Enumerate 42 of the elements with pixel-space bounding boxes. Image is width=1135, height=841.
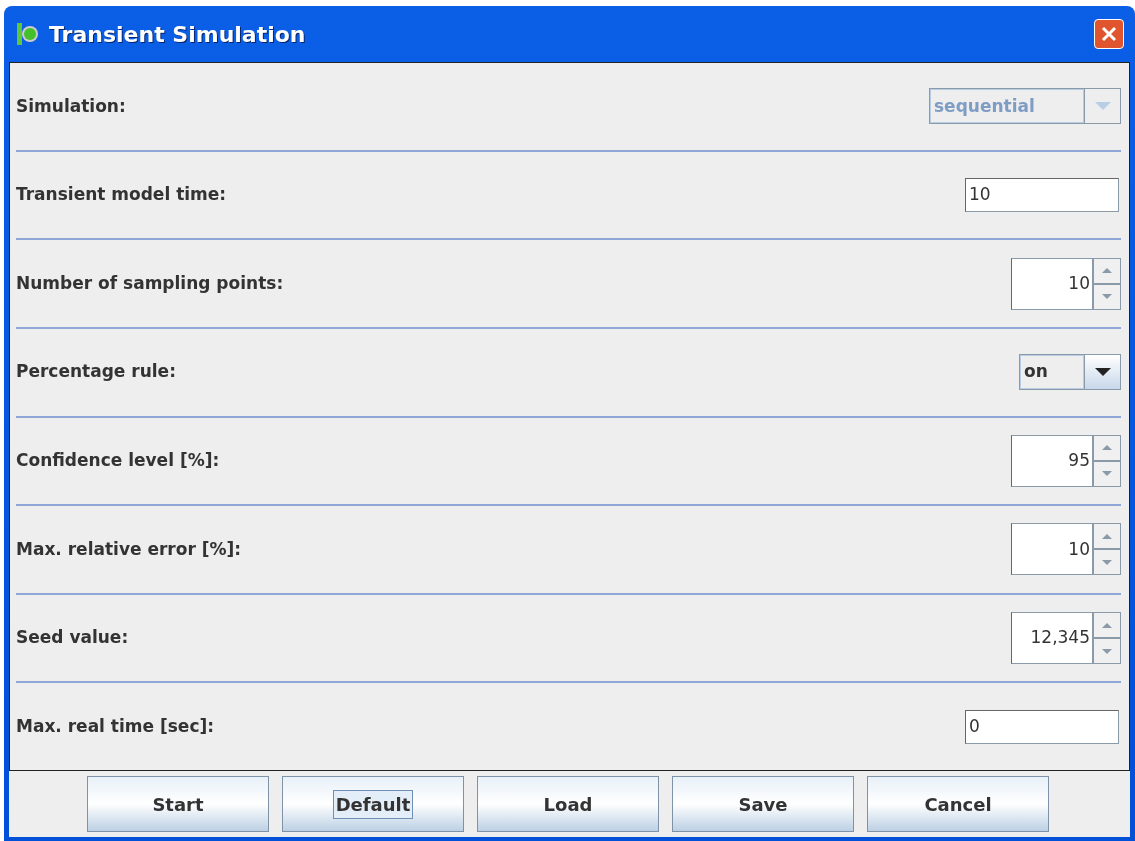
app-icon (15, 21, 41, 47)
close-button[interactable] (1094, 19, 1124, 49)
field-label: Number of sampling points: (16, 271, 284, 295)
decrement-button[interactable] (1093, 638, 1121, 665)
dialog-button[interactable]: Save (672, 776, 854, 832)
decrement-button[interactable] (1093, 460, 1121, 487)
close-icon (1101, 26, 1117, 42)
increment-button[interactable] (1093, 612, 1121, 639)
dropdown-arrow-icon (1094, 102, 1111, 111)
up-arrow-icon (1102, 533, 1112, 539)
increment-button[interactable] (1093, 523, 1121, 550)
spinner-field[interactable]: 10 (1011, 257, 1093, 310)
dropdown-arrow-icon (1094, 368, 1111, 377)
down-arrow-icon (1102, 471, 1112, 477)
increment-button[interactable] (1093, 257, 1121, 284)
up-arrow-icon (1102, 445, 1112, 451)
dropdown[interactable]: on (1019, 354, 1121, 391)
field-label: Seed value: (16, 626, 129, 650)
field-label: Confidence level [%]: (16, 449, 220, 473)
decrement-button[interactable] (1093, 283, 1121, 310)
increment-button[interactable] (1093, 434, 1121, 461)
spinner-field[interactable]: 95 (1011, 434, 1093, 487)
decrement-button[interactable] (1093, 549, 1121, 576)
text-field[interactable]: 0 (965, 709, 1119, 744)
dialog-button[interactable]: Start (87, 776, 269, 832)
spinner-field[interactable]: 10 (1011, 523, 1093, 576)
down-arrow-icon (1102, 294, 1112, 300)
down-arrow-icon (1102, 559, 1112, 565)
dialog-button[interactable]: Default (282, 776, 464, 832)
up-arrow-icon (1102, 622, 1112, 628)
up-arrow-icon (1102, 268, 1112, 274)
down-arrow-icon (1102, 648, 1112, 654)
field-label: Transient model time: (16, 183, 227, 207)
text-field[interactable]: 10 (965, 177, 1119, 212)
dialog-button[interactable]: Load (477, 776, 659, 832)
dialog-button[interactable]: Cancel (867, 776, 1049, 832)
field-label: Simulation: (16, 94, 126, 118)
field-label: Percentage rule: (16, 360, 176, 384)
spinner-field[interactable]: 12,345 (1011, 612, 1093, 665)
field-label: Max. real time [sec]: (16, 714, 215, 738)
field-label: Max. relative error [%]: (16, 537, 242, 561)
window-title: Transient Simulation (49, 20, 306, 49)
